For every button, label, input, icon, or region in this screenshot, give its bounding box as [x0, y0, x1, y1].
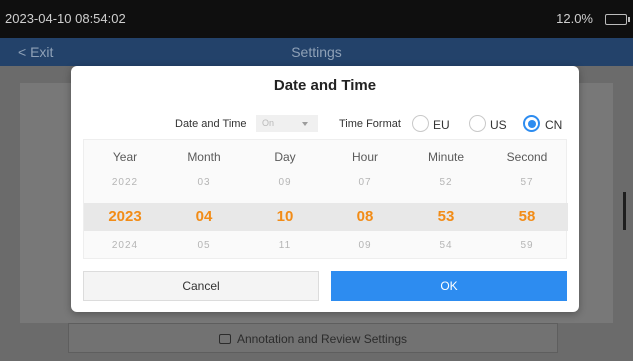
picker-header-month: Month [187, 150, 221, 164]
picker-header-second: Second [506, 150, 548, 164]
time-format-radio-us[interactable] [469, 115, 486, 132]
picker-header: Year Month Day Hour Minute Second [84, 150, 568, 164]
picker-prev-year[interactable]: 2022 [90, 177, 160, 188]
picker-prev-day[interactable]: 09 [250, 177, 320, 188]
picker-next-second[interactable]: 59 [492, 240, 562, 251]
dialog-title: Date and Time [273, 77, 377, 94]
battery-icon [605, 14, 630, 25]
date-time-select-value: On [262, 118, 275, 128]
picker-next-hour[interactable]: 09 [330, 240, 400, 251]
time-format-radio-eu[interactable] [412, 115, 429, 132]
picker-minute-column[interactable]: 53 [411, 203, 481, 231]
picker-second-column[interactable]: 58 [492, 203, 562, 231]
picker-prev-hour[interactable]: 07 [330, 177, 400, 188]
picker-next-month[interactable]: 05 [169, 240, 239, 251]
time-format-radio-cn[interactable] [523, 115, 540, 132]
date-time-select[interactable]: On [256, 115, 318, 132]
date-time-dialog: Date and Time Date and Time On Time Form… [71, 66, 579, 312]
time-format-label: Time Format [339, 118, 401, 130]
picker-prev-second[interactable]: 57 [492, 177, 562, 188]
annotation-review-settings-button[interactable]: Annotation and Review Settings [68, 323, 558, 353]
time-format-label-cn[interactable]: CN [545, 118, 562, 132]
picker-year-column[interactable]: 2023 [90, 203, 160, 231]
status-bar: 2023-04-10 08:54:02 12.0% [0, 0, 633, 38]
time-format-label-us[interactable]: US [490, 118, 507, 132]
date-time-label: Date and Time [175, 118, 247, 130]
battery-level: 12.0% [556, 11, 593, 26]
picker-header-day: Day [274, 150, 296, 164]
picker-prev-month[interactable]: 03 [169, 177, 239, 188]
picker-next-year[interactable]: 2024 [90, 240, 160, 251]
picker-header-minute: Minute [427, 150, 465, 164]
picker-header-hour: Hour [351, 150, 378, 164]
message-icon [218, 334, 231, 344]
status-time: 2023-04-10 08:54:02 [5, 11, 126, 26]
page-title: Settings [291, 44, 342, 60]
ok-button[interactable]: OK [331, 271, 567, 301]
picker-next-minute[interactable]: 54 [411, 240, 481, 251]
time-format-label-eu[interactable]: EU [433, 118, 450, 132]
picker-header-year: Year [112, 150, 138, 164]
picker-prev-minute[interactable]: 52 [411, 177, 481, 188]
picker-next-day[interactable]: 11 [250, 240, 320, 251]
app-header: < Exit Settings [0, 38, 633, 66]
scroll-indicator [623, 192, 626, 230]
cancel-button[interactable]: Cancel [83, 271, 319, 301]
options-row: Date and Time On Time Format EU US CN [71, 113, 579, 135]
picker-hour-column[interactable]: 08 [330, 203, 400, 231]
picker-month-column[interactable]: 04 [169, 203, 239, 231]
date-time-picker[interactable]: Year Month Day Hour Minute Second 2022 0… [83, 139, 568, 259]
picker-row-selected: 2023 04 10 08 53 58 [84, 203, 568, 231]
chevron-down-icon [302, 122, 308, 126]
annotation-review-settings-label: Annotation and Review Settings [236, 332, 408, 346]
picker-day-column[interactable]: 10 [250, 203, 320, 231]
